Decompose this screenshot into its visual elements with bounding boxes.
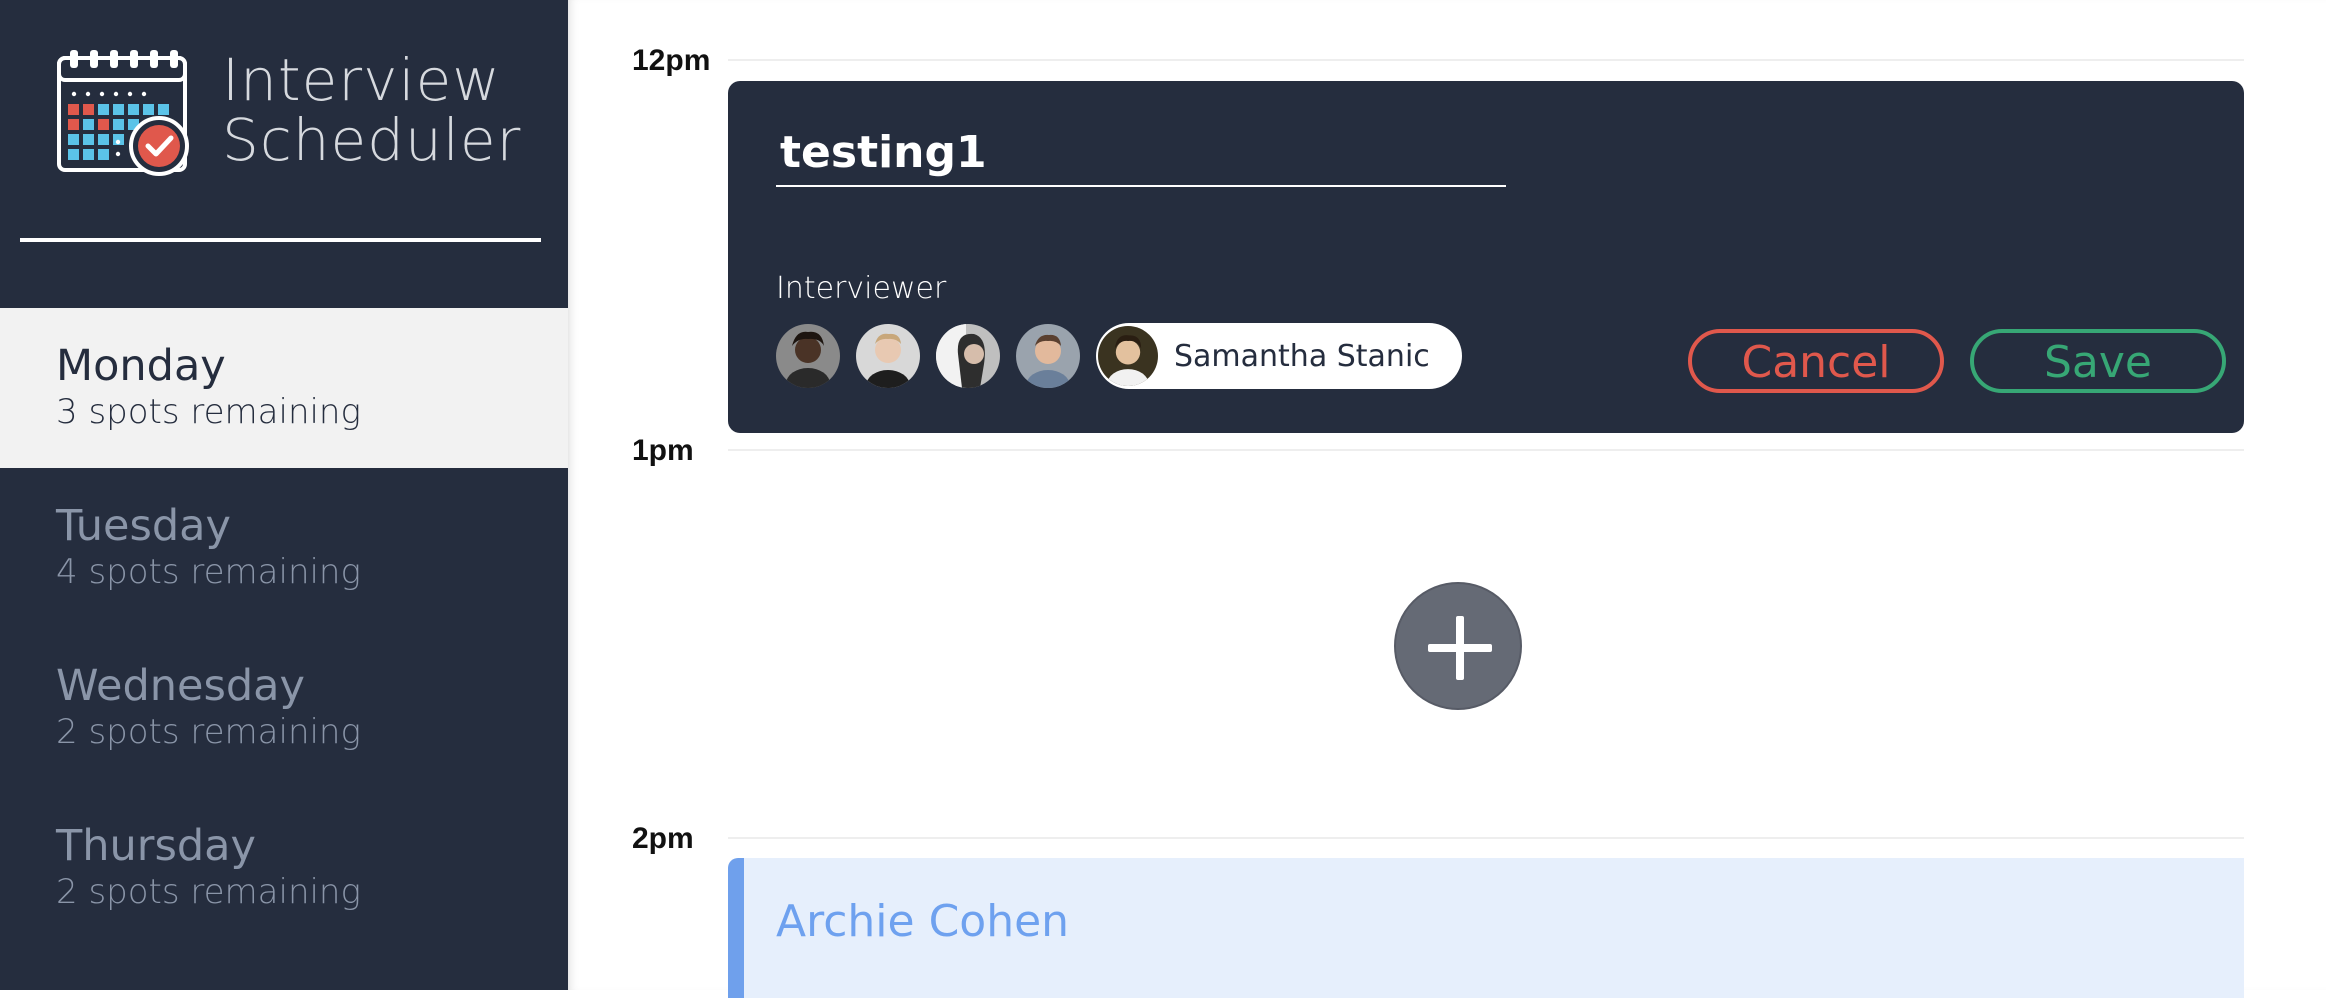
save-button[interactable]: Save	[1970, 329, 2226, 393]
day-spots: 2 spots remaining	[56, 712, 361, 752]
app-title-line1: Interview	[222, 46, 501, 114]
sidebar-divider	[20, 238, 541, 242]
interviewer-avatar[interactable]	[1016, 324, 1080, 388]
day-item-wednesday[interactable]: Wednesday 2 spots remaining	[0, 628, 568, 788]
time-divider	[728, 59, 2244, 61]
sidebar: Interview Scheduler Monday 3 spots remai…	[0, 0, 568, 990]
app-title-line2: Scheduler	[222, 106, 522, 174]
interviewer-avatar[interactable]	[776, 324, 840, 388]
selected-interviewer-name: Samantha Stanic	[1174, 338, 1430, 374]
selected-interviewer[interactable]: Samantha Stanic	[1096, 323, 1462, 389]
appointment-student-name: Archie Cohen	[776, 896, 1070, 947]
day-list: Monday 3 spots remaining Tuesday 4 spots…	[0, 308, 568, 948]
day-item-thursday[interactable]: Thursday 2 spots remaining	[0, 788, 568, 948]
booked-appointment[interactable]: Archie Cohen	[728, 858, 2244, 998]
interviewer-heading: Interviewer	[776, 271, 947, 306]
time-label-2pm: 2pm	[632, 822, 694, 855]
cancel-button[interactable]: Cancel	[1688, 329, 1944, 393]
interviewer-list: Samantha Stanic	[776, 323, 1462, 389]
day-spots: 4 spots remaining	[56, 552, 361, 592]
calendar-check-icon	[56, 50, 190, 176]
time-divider	[728, 837, 2244, 839]
day-item-tuesday[interactable]: Tuesday 4 spots remaining	[0, 468, 568, 628]
day-name: Wednesday	[56, 661, 305, 711]
schedule: 12pm Interviewer	[568, 0, 2326, 998]
day-name: Monday	[56, 341, 226, 391]
interviewer-avatar[interactable]	[856, 324, 920, 388]
day-spots: 2 spots remaining	[56, 872, 361, 912]
student-name-input[interactable]	[776, 119, 1506, 187]
day-name: Thursday	[56, 821, 256, 871]
interviewer-avatar	[1098, 326, 1158, 386]
time-label-1pm: 1pm	[632, 434, 694, 467]
app-title: Interview Scheduler	[222, 50, 521, 170]
day-name: Tuesday	[56, 501, 231, 551]
day-item-monday[interactable]: Monday 3 spots remaining	[0, 308, 568, 468]
day-spots: 3 spots remaining	[56, 392, 361, 432]
time-divider	[728, 449, 2244, 451]
add-appointment-button[interactable]	[1394, 582, 1522, 710]
plus-icon	[1428, 616, 1492, 680]
interviewer-avatar[interactable]	[936, 324, 1000, 388]
time-label-12pm: 12pm	[632, 44, 711, 77]
appointment-form: Interviewer	[728, 81, 2244, 433]
